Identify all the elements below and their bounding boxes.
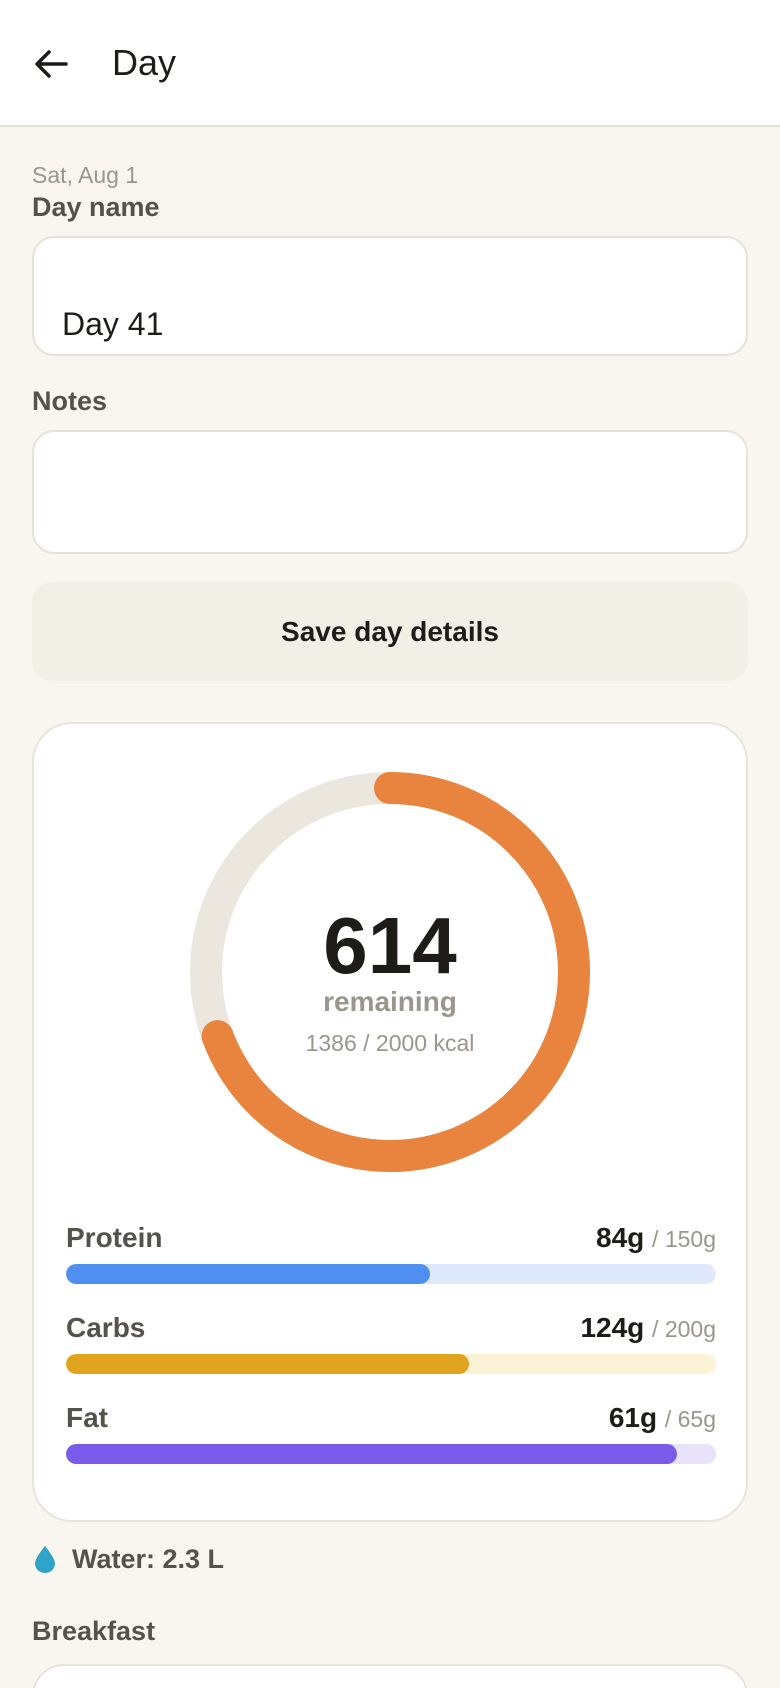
- macro-name: Carbs: [66, 1312, 146, 1343]
- macro-values: 84g / 150g: [596, 1222, 716, 1254]
- date-label: Sat, Aug 1: [32, 162, 139, 188]
- water-drop-icon: [35, 1546, 55, 1573]
- calories-remaining-label: remaining: [323, 986, 457, 1017]
- macro-eaten: 124g: [580, 1312, 645, 1343]
- macro-progress-track: [66, 1444, 716, 1464]
- breakfast-section-title: Breakfast: [32, 1616, 156, 1646]
- page-title: Day: [112, 42, 177, 83]
- macro-eaten: 84g: [596, 1222, 645, 1253]
- notes-input[interactable]: [32, 430, 748, 554]
- calorie-summary-card: 614 remaining 1386 / 2000 kcal Protein 8…: [32, 722, 748, 1522]
- macro-target: / 200g: [652, 1316, 716, 1342]
- macro-progress-track: [66, 1354, 716, 1374]
- save-day-details-button[interactable]: Save day details: [32, 582, 748, 681]
- macro-carbs: Carbs 124g / 200g: [66, 1312, 716, 1382]
- macro-eaten: 61g: [608, 1402, 658, 1433]
- notes-label: Notes: [32, 386, 108, 416]
- macro-name: Protein: [66, 1222, 163, 1253]
- water-label: Water: 2.3 L: [72, 1543, 225, 1574]
- app-header: Day: [0, 0, 780, 127]
- macro-progress-fill: [66, 1264, 430, 1284]
- macro-progress-fill: [66, 1354, 469, 1374]
- macro-protein: Protein 84g / 150g: [66, 1222, 716, 1292]
- calories-remaining-value: 614: [323, 901, 457, 990]
- macro-name: Fat: [66, 1402, 108, 1433]
- macro-fat: Fat 61g / 65g: [66, 1402, 716, 1472]
- day-name-label: Day name: [32, 192, 160, 222]
- macro-values: 61g / 65g: [609, 1402, 716, 1434]
- arrow-left-icon: [35, 50, 68, 78]
- day-name-input[interactable]: [32, 236, 748, 356]
- macro-target: / 150g: [652, 1226, 716, 1252]
- back-button[interactable]: [28, 40, 76, 88]
- macro-progress-track: [66, 1264, 716, 1284]
- macro-progress-fill: [66, 1444, 677, 1464]
- water-summary: Water: 2.3 L: [34, 1542, 224, 1576]
- breakfast-card[interactable]: [32, 1664, 748, 1688]
- macro-target: / 65g: [664, 1406, 716, 1432]
- calories-summary: 1386 / 2000 kcal: [305, 1030, 475, 1056]
- macro-values: 124g / 200g: [580, 1312, 716, 1344]
